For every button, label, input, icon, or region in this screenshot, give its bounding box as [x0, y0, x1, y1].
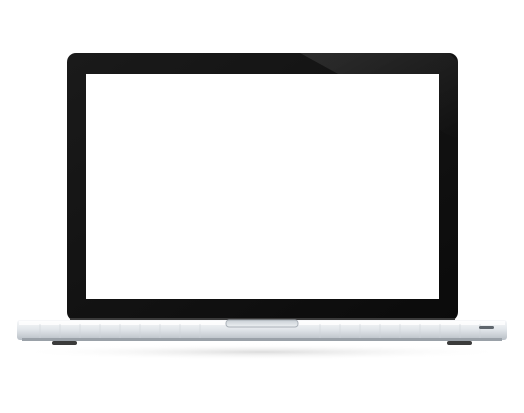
laptop-illustration — [0, 0, 524, 413]
left-foot — [52, 341, 77, 345]
screen — [86, 74, 439, 299]
base-bottom-edge — [22, 338, 502, 341]
status-light — [479, 326, 494, 329]
floor-shadow — [12, 344, 512, 360]
right-foot — [447, 341, 472, 345]
laptop-graphic — [12, 53, 512, 360]
opening-notch — [225, 319, 299, 328]
